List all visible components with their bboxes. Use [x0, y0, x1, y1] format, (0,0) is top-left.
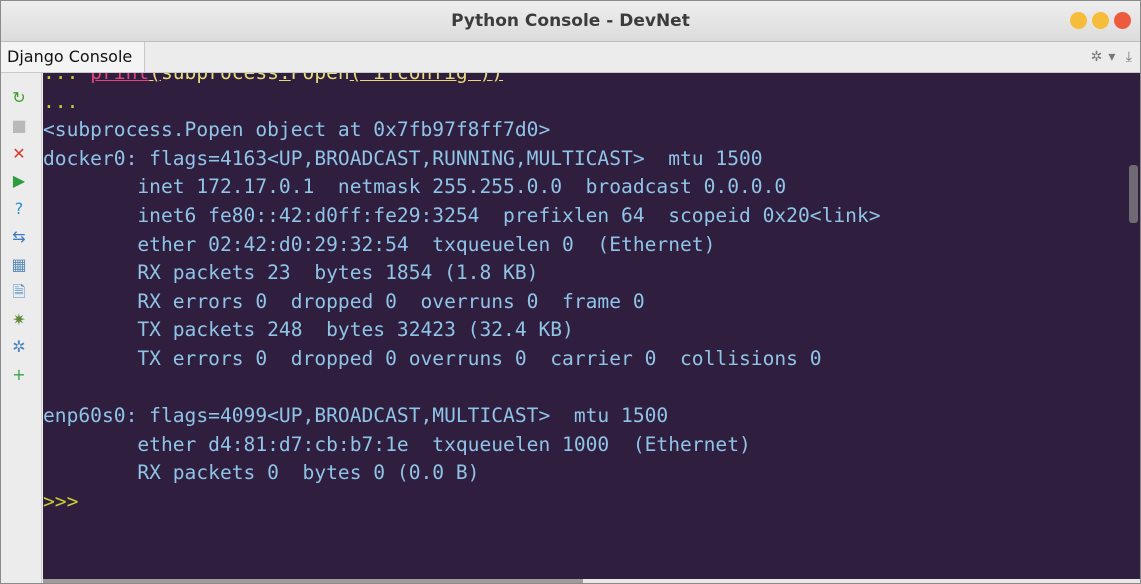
python-console-window: Python Console - DevNet Django Console ✲…: [0, 0, 1141, 584]
output-line: <subprocess.Popen object at 0x7fb97f8ff7…: [43, 118, 551, 142]
code-keyword: print: [90, 73, 149, 84]
console-tab-bar: Django Console ✲ ▾ ⤓: [1, 42, 1140, 73]
output-line: ether 02:42:d0:29:32:54 txqueuelen 0 (Et…: [43, 232, 716, 256]
settings-icon[interactable]: ✲: [9, 336, 29, 358]
soft-wrap-icon[interactable]: ⇆: [9, 226, 29, 248]
output-line: RX packets 23 bytes 1854 (1.8 KB): [43, 261, 539, 285]
output-line: docker0: flags=4163<UP,BROADCAST,RUNNING…: [43, 146, 763, 170]
continuation-line: ...: [43, 89, 79, 113]
history-icon[interactable]: 🗎: [9, 281, 29, 303]
cut-input-line: ... print(subprocess.Popen("ifconfig")): [43, 73, 881, 88]
output-line: inet 172.17.0.1 netmask 255.255.0.0 broa…: [43, 175, 787, 199]
code-paren: (: [149, 73, 161, 84]
hide-panel-icon[interactable]: ⤓: [1126, 49, 1132, 65]
code-function: Popen: [291, 73, 350, 84]
chevron-down-icon[interactable]: ▾: [1108, 49, 1115, 65]
console-toolbar: ↻ ■ ✕ ▶? ⇆ ▦ 🗎 ✷ ✲ +: [1, 73, 42, 583]
code-dot: .: [279, 73, 291, 84]
help-icon[interactable]: ?: [9, 198, 29, 220]
output-line: inet6 fe80::42:d0ff:fe29:3254 prefixlen …: [43, 203, 881, 227]
output-line: TX errors 0 dropped 0 overruns 0 carrier…: [43, 346, 822, 370]
variables-icon[interactable]: ▦: [9, 254, 29, 276]
vertical-scrollbar[interactable]: [1129, 165, 1138, 223]
debug-icon[interactable]: ✷: [9, 309, 29, 331]
title-bar: Python Console - DevNet: [1, 1, 1140, 42]
close-window-button[interactable]: [1114, 12, 1131, 29]
horizontal-scrollbar[interactable]: [43, 579, 583, 583]
output-line: RX packets 0 bytes 0 (0.0 B): [43, 461, 480, 485]
add-icon[interactable]: +: [9, 364, 29, 386]
window-title: Python Console - DevNet: [451, 11, 690, 31]
console-output-area[interactable]: ... print(subprocess.Popen("ifconfig")).…: [43, 73, 1140, 581]
maximize-button[interactable]: [1092, 12, 1109, 29]
execute-icon[interactable]: ▶: [9, 170, 29, 192]
code-argument: ("ifconfig"): [350, 73, 492, 84]
stop-icon[interactable]: ■: [9, 115, 29, 137]
code-close-paren: ): [491, 73, 503, 84]
input-prompt[interactable]: >>>: [43, 488, 881, 517]
rerun-icon[interactable]: ↻: [9, 87, 29, 109]
tabbar-tools: ✲ ▾ ⤓: [1085, 42, 1132, 72]
close-icon[interactable]: ✕: [9, 143, 29, 165]
output-line: TX packets 248 bytes 32423 (32.4 KB): [43, 318, 574, 342]
output-line: enp60s0: flags=4099<UP,BROADCAST,MULTICA…: [43, 404, 669, 428]
output-line: RX errors 0 dropped 0 overruns 0 frame 0: [43, 289, 645, 313]
continuation-prompt: ...: [43, 73, 90, 84]
gear-icon[interactable]: ✲: [1091, 49, 1103, 65]
tab-django-console[interactable]: Django Console: [1, 42, 146, 72]
console-lines: ... print(subprocess.Popen("ifconfig")).…: [43, 73, 881, 517]
minimize-button[interactable]: [1070, 12, 1087, 29]
output-line: ether d4:81:d7:cb:b7:1e txqueuelen 1000 …: [43, 432, 751, 456]
code-module: subprocess: [161, 73, 279, 84]
